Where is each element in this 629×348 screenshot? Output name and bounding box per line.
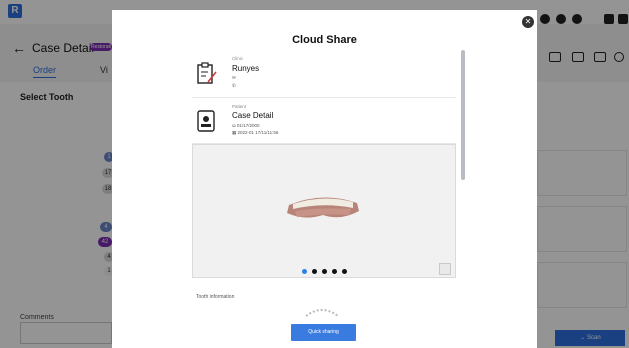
pagination-dot[interactable] — [341, 269, 347, 274]
pagination-dot[interactable] — [301, 269, 307, 274]
tooth-information-label: Tooth information — [196, 294, 235, 300]
patient-card: Patient Case Detail ⛀ 01/17/2000 ▦ 2022-… — [192, 98, 456, 144]
clinic-card: Clinic Runyes ✉ ✆ — [192, 50, 456, 98]
scan-3d-viewer[interactable] — [192, 144, 456, 278]
dialog-title: Cloud Share — [292, 34, 357, 46]
patient-date: ▦ 2022-01 17/11/11:56 — [232, 130, 278, 136]
clinic-label: Clinic — [232, 56, 244, 61]
pagination-dot[interactable] — [311, 269, 317, 274]
tooth-arch-diagram — [305, 309, 339, 317]
phone-icon: ✆ — [232, 83, 236, 88]
fullscreen-icon[interactable] — [439, 263, 451, 275]
pagination-dot[interactable] — [331, 269, 337, 274]
close-icon[interactable]: ✕ — [522, 16, 534, 28]
patient-label: Patient — [232, 104, 247, 109]
clinic-clipboard-icon — [197, 62, 217, 84]
patient-id-icon — [197, 110, 215, 132]
patient-dob-value: 01/17/2000 — [237, 123, 260, 128]
mail-icon: ✉ — [232, 75, 236, 80]
quick-sharing-button[interactable]: Quick sharing — [291, 324, 356, 341]
clinic-name: Runyes — [232, 64, 260, 73]
viewer-pagination[interactable] — [193, 269, 455, 274]
share-preview[interactable]: Clinic Runyes ✉ ✆ Patient Case Detail ⛀ … — [192, 50, 456, 317]
patient-name: Case Detail — [232, 111, 274, 120]
patient-date-value: 2022-01 17/11/11:56 — [237, 130, 279, 135]
pagination-dot[interactable] — [321, 269, 327, 274]
patient-dob: ⛀ 01/17/2000 — [232, 123, 260, 129]
cloud-share-dialog: Cloud Share ✕ Clinic Runyes ✉ ✆ Patient … — [112, 10, 537, 348]
scrollbar[interactable] — [461, 50, 465, 180]
dental-scan-model — [287, 197, 359, 218]
